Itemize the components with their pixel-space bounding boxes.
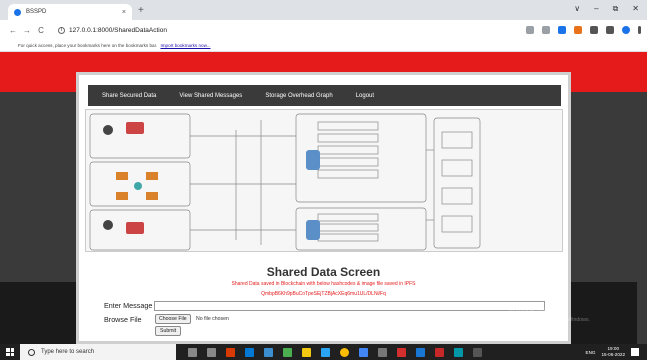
web-page: Share Secured Data View Shared Messages … xyxy=(0,52,647,344)
minimize-button[interactable]: – xyxy=(594,4,598,14)
choose-file-button[interactable]: Choose File xyxy=(155,314,191,324)
watermark-line1: Activate Windows xyxy=(508,306,568,315)
search-icon xyxy=(28,348,35,356)
start-button[interactable] xyxy=(0,344,20,360)
tab-title: BSSPD xyxy=(26,9,47,15)
maximize-button[interactable]: ⧉ xyxy=(613,4,619,14)
extension-icons xyxy=(526,26,641,34)
tab-search-icon[interactable]: ∨ xyxy=(574,4,580,14)
extension-icon[interactable] xyxy=(558,26,566,34)
clock[interactable]: 19:00 15-06-2022 xyxy=(602,346,626,358)
app-icon[interactable] xyxy=(454,347,463,357)
nav-storage-overhead-graph[interactable]: Storage Overhead Graph xyxy=(265,93,332,99)
browser-tab-strip: BSSPD × + ∨ – ⧉ ✕ xyxy=(0,0,647,20)
bookmarks-hint: For quick access, place your bookmarks h… xyxy=(18,43,158,48)
reload-button[interactable]: C xyxy=(34,26,48,35)
site-info-icon[interactable]: i xyxy=(58,26,65,34)
browser-toolbar: ← → C i 127.0.0.1:8000/SharedDataAction xyxy=(0,20,647,40)
search-placeholder: Type here to search xyxy=(41,349,95,355)
nav-logout[interactable]: Logout xyxy=(356,93,374,99)
extension-icon[interactable] xyxy=(574,26,582,34)
system-tray: ENG 19:00 15-06-2022 xyxy=(586,346,647,358)
activate-windows-watermark: Activate Windows Go to Settings to activ… xyxy=(508,306,590,323)
tray-language[interactable]: ENG xyxy=(586,350,596,355)
page-title: Shared Data Screen xyxy=(266,265,381,279)
browser-tab[interactable]: BSSPD × xyxy=(8,4,132,20)
sidepanel-icon[interactable] xyxy=(606,26,614,34)
notification-icon[interactable] xyxy=(631,348,639,356)
app-navbar: Share Secured Data View Shared Messages … xyxy=(88,85,561,106)
clock-date: 15-06-2022 xyxy=(601,352,626,357)
import-bookmarks-link[interactable]: Import bookmarks now... xyxy=(160,43,210,48)
status-hashcode: QmbpB6Kh9pBuCoTpeSEjTZBjAcXEq6mu1UL/DLNi… xyxy=(261,291,386,297)
architecture-diagram-image xyxy=(85,109,563,252)
bookmark-star-icon[interactable] xyxy=(542,26,550,34)
taskbar-apps xyxy=(188,347,482,357)
edge-icon[interactable] xyxy=(245,347,254,357)
content-panel: Share Secured Data View Shared Messages … xyxy=(76,72,571,344)
url-text: 127.0.0.1:8000/SharedDataAction xyxy=(69,26,167,34)
app-icon[interactable] xyxy=(416,347,425,357)
app-icon[interactable] xyxy=(397,347,406,357)
windows-taskbar: Type here to search ENG 19:00 15-06-2022 xyxy=(0,344,647,360)
menu-icon[interactable] xyxy=(638,26,641,34)
favicon-icon xyxy=(14,8,21,16)
app-icon[interactable] xyxy=(321,347,330,357)
app-icon[interactable] xyxy=(378,347,387,357)
app-icon[interactable] xyxy=(226,347,235,357)
nav-view-shared-messages[interactable]: View Shared Messages xyxy=(179,93,242,99)
page-scrollbar[interactable] xyxy=(637,92,647,344)
close-window-button[interactable]: ✕ xyxy=(632,4,639,14)
message-input[interactable] xyxy=(154,301,545,311)
app-icon[interactable] xyxy=(359,347,368,357)
task-view-icon[interactable] xyxy=(207,347,216,357)
message-label: Enter Message xyxy=(104,301,153,310)
app-icon[interactable] xyxy=(283,347,292,357)
folder-icon[interactable] xyxy=(302,347,311,357)
forward-button[interactable]: → xyxy=(20,26,34,35)
nav-share-secured-data[interactable]: Share Secured Data xyxy=(102,93,156,99)
chrome-icon[interactable] xyxy=(340,347,349,357)
windows-logo-icon xyxy=(6,348,14,356)
submit-button[interactable]: Submit xyxy=(155,326,182,336)
taskbar-search[interactable]: Type here to search xyxy=(20,344,176,360)
app-icon[interactable] xyxy=(435,347,444,357)
puzzle-icon[interactable] xyxy=(590,26,598,34)
window-controls: ∨ – ⧉ ✕ xyxy=(574,4,639,14)
new-tab-button[interactable]: + xyxy=(138,5,144,16)
file-status: No file chosen xyxy=(196,316,229,322)
bookmarks-bar: For quick access, place your bookmarks h… xyxy=(0,40,647,52)
tab-close-icon[interactable]: × xyxy=(122,9,126,16)
architecture-diagram xyxy=(89,113,481,251)
share-icon[interactable] xyxy=(526,26,534,34)
app-icon[interactable] xyxy=(264,347,273,357)
file-label: Browse File xyxy=(104,315,142,324)
watermark-line2: Go to Settings to activate Windows. xyxy=(508,317,590,323)
address-bar[interactable]: i 127.0.0.1:8000/SharedDataAction xyxy=(54,23,474,37)
profile-icon[interactable] xyxy=(622,26,630,34)
status-message: Shared Data saved in Blockchain with bel… xyxy=(231,281,416,287)
back-button[interactable]: ← xyxy=(6,26,20,35)
mic-icon[interactable] xyxy=(188,347,197,357)
app-icon[interactable] xyxy=(473,347,482,357)
